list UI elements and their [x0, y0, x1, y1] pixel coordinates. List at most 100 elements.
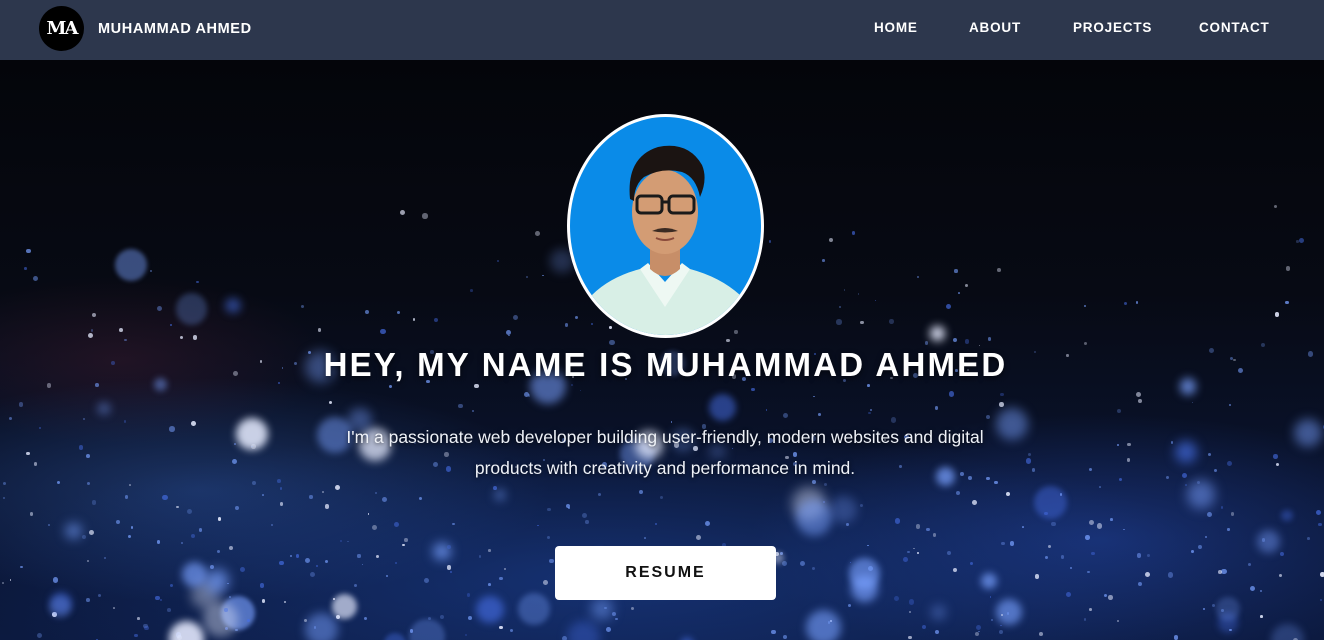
bokeh-particle: [782, 635, 787, 640]
bokeh-particle: [547, 536, 551, 540]
bokeh-particle: [542, 580, 548, 586]
nav-link-about[interactable]: ABOUT: [969, 20, 1021, 35]
bokeh-particle: [367, 513, 370, 515]
bokeh-particle: [300, 304, 305, 309]
bokeh-particle: [49, 596, 72, 619]
bokeh-particle: [149, 269, 153, 272]
bokeh-particle: [561, 636, 567, 640]
bokeh-particle: [492, 486, 497, 491]
nav-link-contact[interactable]: CONTACT: [1199, 20, 1270, 35]
bokeh-particle: [2, 481, 6, 485]
bokeh-particle: [471, 409, 475, 413]
bokeh-particle: [97, 402, 111, 416]
bokeh-particle: [1136, 553, 1142, 559]
bokeh-particle: [332, 593, 358, 619]
bokeh-particle: [303, 618, 307, 622]
bokeh-particle: [541, 274, 544, 277]
bokeh-particle: [393, 522, 399, 528]
bokeh-particle: [523, 392, 529, 398]
bokeh-particle: [924, 341, 929, 346]
bokeh-particle: [1203, 607, 1206, 610]
bokeh-particle: [304, 612, 338, 640]
bokeh-particle: [134, 633, 138, 638]
bokeh-particle: [1124, 302, 1128, 306]
bokeh-particle: [996, 599, 1023, 626]
bokeh-particle: [1127, 442, 1131, 447]
bokeh-particle: [512, 314, 518, 320]
bokeh-particle: [1070, 567, 1073, 570]
bokeh-particle: [695, 534, 701, 540]
bokeh-particle: [947, 550, 952, 556]
bokeh-particle: [953, 337, 958, 342]
bokeh-particle: [169, 323, 173, 327]
bokeh-particle: [383, 632, 407, 640]
bokeh-particle: [932, 533, 937, 537]
bokeh-particle: [1274, 205, 1278, 209]
bokeh-particle: [8, 416, 13, 420]
bokeh-particle: [9, 578, 12, 581]
bokeh-particle: [1212, 603, 1216, 607]
resume-button[interactable]: RESUME: [555, 546, 776, 600]
bokeh-particle: [505, 330, 511, 336]
bokeh-particle: [418, 496, 423, 500]
bokeh-particle: [446, 565, 452, 570]
bokeh-particle: [24, 267, 27, 270]
bokeh-particle: [190, 533, 195, 538]
bokeh-particle: [915, 524, 921, 530]
bokeh-particle: [704, 520, 710, 526]
bokeh-particle: [322, 491, 325, 493]
bokeh-particle: [175, 293, 208, 325]
bokeh-particle: [1123, 528, 1126, 531]
bokeh-particle: [1044, 555, 1049, 560]
bokeh-particle: [157, 540, 161, 544]
nav-link-home[interactable]: HOME: [874, 20, 918, 35]
bokeh-particle: [196, 280, 199, 283]
profile-photo: [567, 114, 764, 338]
bokeh-particle: [1229, 628, 1232, 631]
bokeh-particle: [315, 564, 319, 568]
bokeh-particle: [1104, 594, 1108, 598]
bokeh-particle: [908, 611, 911, 614]
bokeh-particle: [926, 527, 930, 531]
bokeh-particle: [210, 564, 215, 569]
bokeh-particle: [328, 401, 332, 405]
bokeh-particle: [361, 563, 364, 566]
bokeh-particle: [474, 383, 479, 389]
bokeh-particle: [822, 259, 825, 262]
bokeh-particle: [800, 561, 806, 567]
bokeh-particle: [439, 614, 445, 620]
bokeh-particle: [325, 559, 329, 564]
bokeh-particle: [334, 485, 340, 491]
bokeh-particle: [169, 621, 205, 640]
bokeh-particle: [929, 326, 945, 341]
bokeh-particle: [401, 543, 405, 547]
bokeh-particle: [537, 524, 539, 527]
bokeh-particle: [843, 289, 846, 291]
bokeh-particle: [280, 487, 283, 490]
bokeh-particle: [26, 451, 30, 456]
bokeh-particle: [1096, 523, 1103, 529]
bokeh-particle: [1271, 624, 1304, 640]
bokeh-particle: [156, 305, 162, 311]
bokeh-particle: [1281, 510, 1293, 522]
bokeh-particle: [346, 540, 349, 543]
bokeh-particle: [1137, 399, 1142, 403]
bokeh-particle: [399, 209, 405, 215]
bokeh-particle: [1038, 632, 1043, 637]
bokeh-particle: [708, 394, 736, 422]
bokeh-particle: [176, 505, 179, 509]
bokeh-particle: [1260, 615, 1263, 618]
bokeh-particle: [176, 634, 182, 640]
bokeh-particle: [1127, 458, 1131, 462]
bokeh-particle: [954, 269, 958, 273]
bokeh-particle: [1197, 544, 1202, 549]
nav-link-projects[interactable]: PROJECTS: [1073, 20, 1152, 35]
bokeh-particle: [860, 503, 864, 507]
bokeh-particle: [458, 403, 463, 409]
bokeh-particle: [279, 560, 284, 565]
bokeh-particle: [987, 337, 992, 341]
bokeh-particle: [1207, 511, 1213, 517]
bokeh-particle: [909, 599, 915, 605]
bokeh-particle: [397, 311, 401, 315]
bokeh-particle: [547, 507, 551, 512]
